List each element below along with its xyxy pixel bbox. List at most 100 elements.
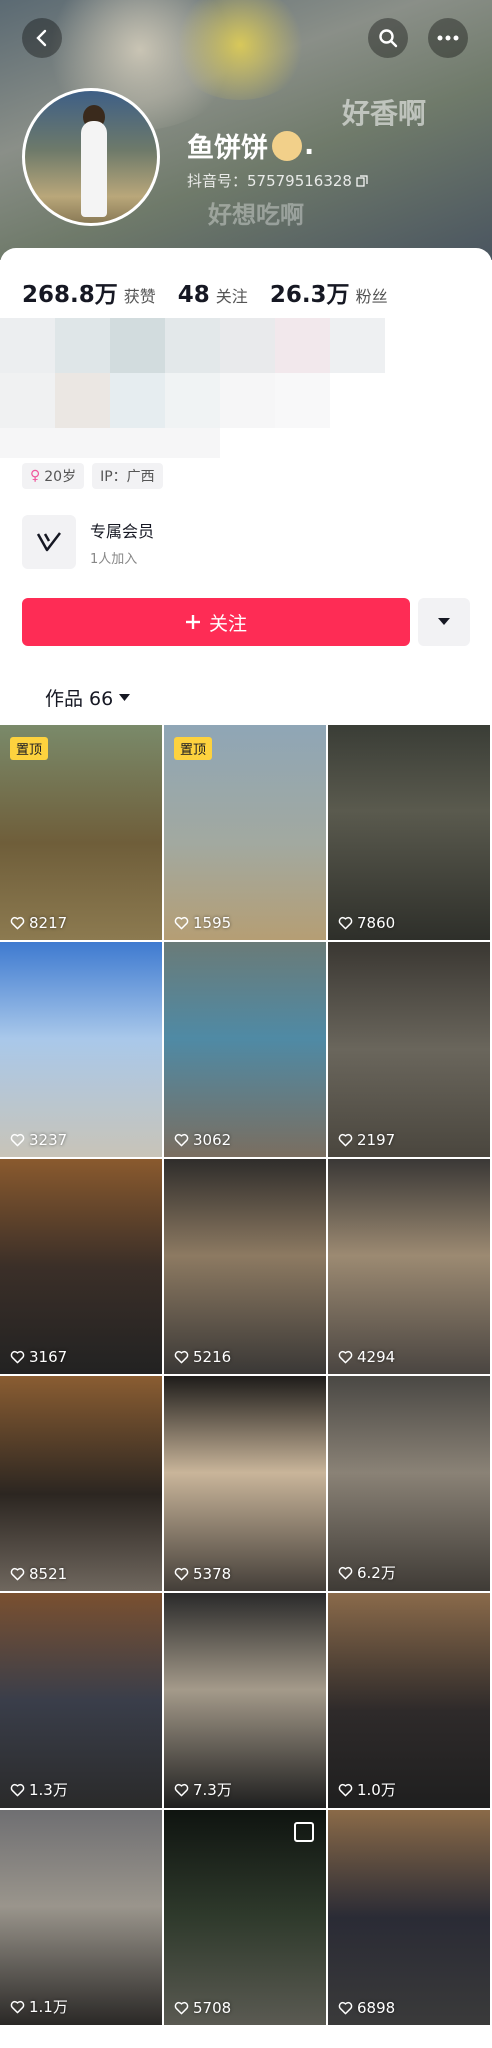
- video-like-count-text: 2197: [357, 1131, 396, 1149]
- heart-icon: [338, 1566, 353, 1579]
- video-thumbnail[interactable]: 置顶 1595: [164, 725, 326, 940]
- more-options-button[interactable]: [428, 18, 468, 58]
- video-thumbnail[interactable]: 3167: [0, 1159, 162, 1374]
- video-like-count: 8217: [10, 914, 67, 932]
- video-like-count-text: 3167: [29, 1348, 68, 1366]
- douyin-id-text: 抖音号：57579516328: [187, 172, 352, 190]
- caret-down-icon: [438, 618, 450, 625]
- video-like-count: 3062: [174, 1131, 231, 1149]
- pinned-badge: 置顶: [10, 737, 49, 760]
- video-thumbnail[interactable]: 8521: [0, 1376, 162, 1591]
- video-like-count: 1.3万: [10, 1779, 68, 1800]
- video-like-count: 7860: [338, 914, 395, 932]
- age-text: 20岁: [44, 469, 77, 485]
- heart-icon: [174, 916, 189, 930]
- heart-icon: [174, 1350, 189, 1364]
- heart-icon: [338, 1350, 353, 1364]
- heart-icon: [174, 2001, 189, 2015]
- profile-name-text: 鱼饼饼: [187, 133, 268, 164]
- video-like-count-text: 7860: [357, 914, 396, 932]
- video-like-count: 2197: [338, 1131, 395, 1149]
- heart-icon: [338, 2001, 353, 2015]
- heart-icon: [10, 1567, 25, 1581]
- video-thumbnail[interactable]: 5216: [164, 1159, 326, 1374]
- profile-stats: 268.8万 获赞 48 关注 26.3万 粉丝: [22, 275, 404, 309]
- video-thumbnail[interactable]: 5378: [164, 1376, 326, 1591]
- follow-label: 关注: [208, 612, 247, 635]
- follow-dropdown-button[interactable]: [418, 598, 470, 646]
- following-label[interactable]: 关注: [216, 283, 248, 307]
- video-like-count-text: 1.1万: [29, 1998, 68, 2016]
- video-like-count-text: 7.3万: [193, 1781, 232, 1799]
- heart-icon: [174, 1783, 189, 1796]
- banner-overlay-text: 好香啊: [342, 97, 427, 130]
- heart-icon: [10, 1350, 25, 1364]
- video-like-count: 6898: [338, 1999, 395, 2017]
- female-icon: ♀: [30, 468, 41, 484]
- video-like-count-text: 1.3万: [29, 1781, 68, 1799]
- video-like-count: 1595: [174, 914, 231, 932]
- heart-icon: [10, 1133, 25, 1147]
- video-like-count-text: 6.2万: [357, 1564, 396, 1582]
- video-like-count-text: 8217: [29, 914, 68, 932]
- followers-label[interactable]: 粉丝: [356, 283, 388, 307]
- followers-count[interactable]: 26.3万: [270, 275, 350, 309]
- heart-icon: [338, 1783, 353, 1796]
- video-thumbnail[interactable]: 1.1万: [0, 1810, 162, 2025]
- heart-icon: [174, 1133, 189, 1147]
- video-like-count: 3237: [10, 1131, 67, 1149]
- video-thumbnail[interactable]: 7860: [328, 725, 490, 940]
- video-thumbnail[interactable]: 7.3万: [164, 1593, 326, 1808]
- video-like-count: 3167: [10, 1348, 67, 1366]
- video-like-count: 5708: [174, 1999, 231, 2017]
- video-like-count: 1.1万: [10, 1996, 68, 2017]
- copy-icon[interactable]: [356, 174, 368, 187]
- video-like-count-text: 3062: [193, 1131, 232, 1149]
- heart-icon: [174, 1567, 189, 1581]
- heart-icon: [338, 1133, 353, 1147]
- video-thumbnail[interactable]: 1.0万: [328, 1593, 490, 1808]
- caret-down-icon: [119, 693, 131, 701]
- heart-icon: [10, 1783, 25, 1796]
- video-thumbnail[interactable]: 5708: [164, 1810, 326, 2025]
- ip-tag: IP：广西: [92, 463, 163, 489]
- ip-text: IP：广西: [100, 469, 155, 485]
- heart-icon: [338, 916, 353, 930]
- video-thumbnail[interactable]: 4294: [328, 1159, 490, 1374]
- chevron-left-icon: [36, 29, 47, 47]
- video-like-count-text: 1595: [193, 914, 232, 932]
- video-thumbnail[interactable]: 6898: [328, 1810, 490, 2025]
- member-entry[interactable]: 专属会员 1人加入: [22, 515, 154, 569]
- cookie-emoji-icon: [272, 130, 302, 161]
- video-thumbnail[interactable]: 置顶 8217: [0, 725, 162, 940]
- video-like-count: 5216: [174, 1348, 231, 1366]
- following-count[interactable]: 48: [178, 282, 210, 308]
- member-subtitle: 1人加入: [90, 551, 138, 567]
- video-thumbnail[interactable]: 1.3万: [0, 1593, 162, 1808]
- heart-icon: [10, 2000, 25, 2013]
- video-like-count: 8521: [10, 1565, 67, 1583]
- likes-label[interactable]: 获赞: [124, 283, 156, 307]
- video-thumbnail[interactable]: 3062: [164, 942, 326, 1157]
- video-like-count-text: 1.0万: [357, 1781, 396, 1799]
- video-like-count: 1.0万: [338, 1779, 396, 1800]
- search-icon: [379, 29, 398, 48]
- video-like-count: 6.2万: [338, 1562, 396, 1583]
- avatar[interactable]: [22, 88, 160, 226]
- video-like-count-text: 8521: [29, 1565, 68, 1583]
- video-thumbnail[interactable]: 3237: [0, 942, 162, 1157]
- video-thumbnail[interactable]: 2197: [328, 942, 490, 1157]
- video-like-count-text: 5216: [193, 1348, 232, 1366]
- douyin-id: 抖音号：57579516328: [187, 170, 368, 191]
- video-like-count: 5378: [174, 1565, 231, 1583]
- follow-button[interactable]: 关注: [22, 598, 410, 646]
- multi-image-icon: [294, 1822, 314, 1842]
- likes-count[interactable]: 268.8万: [22, 275, 118, 309]
- video-thumbnail[interactable]: 6.2万: [328, 1376, 490, 1591]
- age-tag: ♀ 20岁: [22, 463, 85, 489]
- back-button[interactable]: [22, 18, 62, 58]
- search-button[interactable]: [368, 18, 408, 58]
- video-like-count-text: 5378: [193, 1565, 232, 1583]
- video-like-count: 4294: [338, 1348, 395, 1366]
- tab-works[interactable]: 作品 66: [45, 684, 131, 711]
